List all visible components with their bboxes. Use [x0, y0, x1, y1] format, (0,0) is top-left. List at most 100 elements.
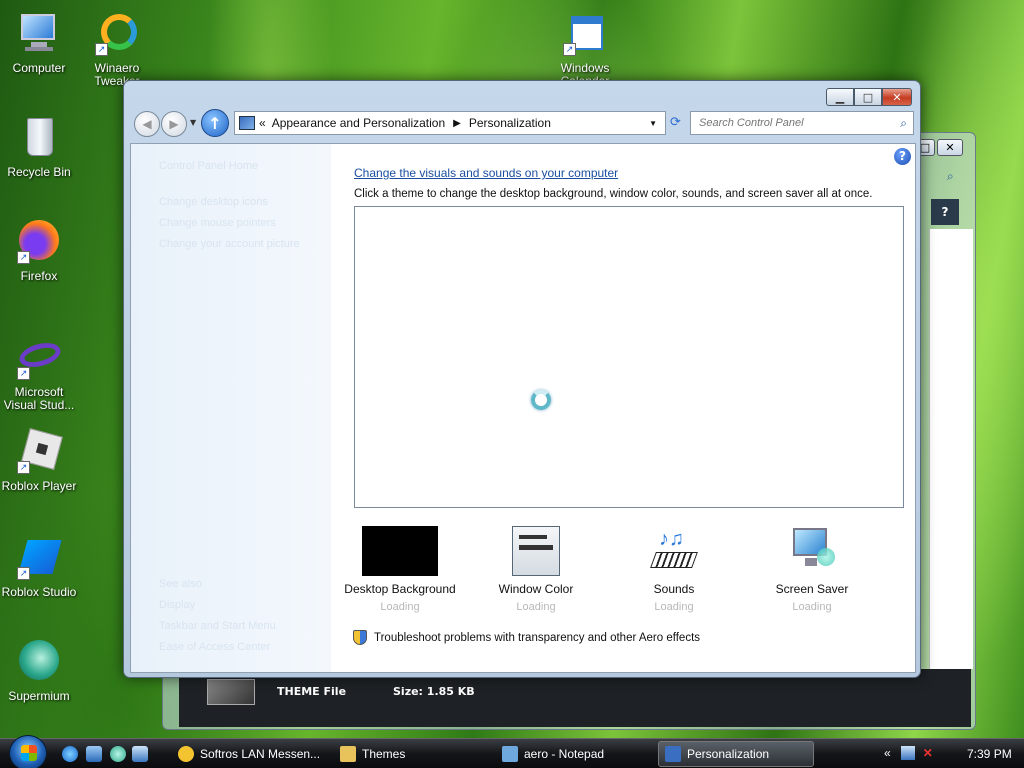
forward-button[interactable]: ▶ — [161, 111, 187, 137]
close-button[interactable]: ✕ — [882, 88, 912, 106]
switch-windows-icon[interactable] — [132, 746, 148, 762]
shortcut-arrow-icon: ↗ — [17, 567, 30, 580]
folder-icon — [340, 746, 356, 762]
forward-arrow-icon: ▶ — [169, 117, 179, 131]
control-panel-icon — [239, 116, 255, 130]
breadcrumb-item-appearance[interactable]: Appearance and Personalization — [272, 116, 445, 130]
back-arrow-icon: ◀ — [142, 117, 152, 131]
desktop-icon-winaero-tweaker[interactable]: ↗ Winaero Tweaker — [78, 12, 156, 88]
personalization-window[interactable]: ▁ □ ✕ ◀ ▶ ▼ ↑ « Appearance and Personali… — [123, 80, 921, 678]
taskbar-button-personalization[interactable]: Personalization — [658, 741, 814, 767]
taskbar-button-label: Themes — [362, 747, 406, 761]
screen-saver-tile[interactable]: Screen Saver Loading — [747, 526, 877, 613]
desktop-icon-visual-studio[interactable]: ↗ Microsoft Visual Stud... — [0, 336, 78, 412]
link-display[interactable]: Display — [159, 599, 195, 611]
tile-label: Screen Saver — [775, 582, 849, 596]
desktop-icon-supermium[interactable]: Supermium — [0, 640, 78, 703]
recycle-bin-icon — [17, 116, 61, 160]
breadcrumb-item-personalization[interactable]: Personalization — [469, 116, 551, 130]
bg-window-search-icon[interactable]: ⌕ — [947, 169, 954, 184]
clock[interactable]: 7:39 PM — [967, 747, 1012, 761]
desktop-icon-label: Firefox — [20, 269, 58, 283]
up-arrow-icon: ↑ — [208, 113, 222, 133]
maximize-icon: □ — [862, 90, 874, 104]
link-change-desktop-icons[interactable]: Change desktop icons — [159, 196, 268, 208]
desktop-icon-recycle-bin[interactable]: Recycle Bin — [0, 116, 78, 179]
notepad-icon — [502, 746, 518, 762]
tile-status: Loading — [792, 601, 832, 613]
windows-logo-icon — [21, 745, 37, 761]
back-button[interactable]: ◀ — [134, 111, 160, 137]
tile-status: Loading — [654, 601, 694, 613]
caption-buttons: ▁ □ ✕ — [826, 88, 912, 106]
internet-explorer-icon[interactable] — [62, 746, 78, 762]
desktop-icon-label: Roblox Studio — [1, 585, 77, 599]
volume-muted-icon[interactable]: ✕ — [923, 746, 937, 760]
shortcut-arrow-icon: ↗ — [17, 461, 30, 474]
desktop-icon-roblox-studio[interactable]: ↗ Roblox Studio — [0, 536, 78, 599]
desktop-icon-label: Microsoft Visual Stud... — [3, 385, 75, 412]
maximize-button[interactable]: □ — [854, 88, 882, 106]
help-icon[interactable]: ? — [894, 148, 911, 165]
start-button[interactable] — [9, 735, 47, 768]
search-box[interactable]: ⌕ — [690, 111, 914, 135]
tile-label: Sounds — [653, 582, 695, 596]
desktop-background-tile[interactable]: Desktop Background Loading — [335, 526, 465, 613]
network-icon[interactable] — [900, 746, 915, 760]
winaero-icon: ↗ — [95, 12, 139, 56]
address-bar[interactable]: « Appearance and Personalization ▶ Perso… — [234, 111, 666, 135]
desktop-icon-label: Recycle Bin — [7, 165, 71, 179]
desktop-icon-computer[interactable]: Computer — [0, 12, 78, 75]
desktop-icon-windows-calendar[interactable]: ↗ Windows Calendar — [546, 12, 624, 88]
theme-file-thumbnail — [207, 679, 255, 705]
show-desktop-icon[interactable] — [86, 746, 102, 762]
main-pane: ? Change the visuals and sounds on your … — [331, 144, 915, 672]
tile-label: Window Color — [498, 582, 574, 596]
minimize-button[interactable]: ▁ — [826, 88, 854, 106]
taskbar-button-themes[interactable]: Themes — [334, 741, 490, 767]
firefox-icon: ↗ — [17, 220, 61, 264]
search-icon[interactable]: ⌕ — [900, 116, 907, 131]
taskbar-button-label: Softros LAN Messen... — [200, 747, 321, 761]
link-change-mouse-pointers[interactable]: Change mouse pointers — [159, 217, 276, 229]
navigation-bar: ◀ ▶ ▼ ↑ « Appearance and Personalization… — [130, 109, 916, 141]
bg-window-help-icon[interactable]: ? — [931, 199, 959, 225]
desktop-icon-firefox[interactable]: ↗ Firefox — [0, 220, 78, 283]
file-size-label: Size: 1.85 KB — [393, 685, 475, 698]
desktop-icon-roblox-player[interactable]: ↗ Roblox Player — [0, 428, 78, 493]
recent-pages-chevron-icon[interactable]: ▼ — [190, 118, 196, 127]
window-color-tile[interactable]: Window Color Loading — [471, 526, 601, 613]
sounds-icon: ♪♫ — [649, 526, 699, 576]
desktop-background-icon — [362, 526, 438, 576]
search-input[interactable] — [699, 117, 879, 129]
window-color-icon — [512, 526, 560, 576]
link-control-panel-home[interactable]: Control Panel Home — [159, 160, 258, 172]
page-title[interactable]: Change the visuals and sounds on your co… — [354, 166, 618, 180]
system-tray: « ✕ — [884, 746, 937, 760]
tray-overflow-chevron[interactable]: « — [884, 746, 891, 760]
bg-window-close-button[interactable]: ✕ — [937, 139, 963, 156]
refresh-icon[interactable]: ⟳ — [670, 115, 681, 130]
taskbar-button-softros[interactable]: Softros LAN Messen... — [172, 741, 328, 767]
breadcrumb-overflow[interactable]: « — [259, 116, 266, 130]
shield-icon — [353, 630, 367, 645]
link-change-account-picture[interactable]: Change your account picture — [159, 238, 300, 250]
troubleshoot-link[interactable]: Troubleshoot problems with transparency … — [353, 630, 700, 645]
desktop-icon-label: Computer — [12, 61, 66, 75]
sounds-tile[interactable]: ♪♫ Sounds Loading — [609, 526, 739, 613]
task-pane: Control Panel Home Change desktop icons … — [131, 144, 331, 672]
link-taskbar-start-menu[interactable]: Taskbar and Start Menu — [159, 620, 276, 632]
link-ease-of-access[interactable]: Ease of Access Center — [159, 641, 270, 653]
tile-status: Loading — [380, 601, 420, 613]
breadcrumb-separator-icon[interactable]: ▶ — [453, 118, 461, 129]
up-button[interactable]: ↑ — [201, 109, 229, 137]
supermium-icon — [17, 640, 61, 684]
address-dropdown-icon[interactable]: ▼ — [649, 119, 657, 128]
screen-saver-icon — [789, 526, 835, 576]
taskbar-button-notepad[interactable]: aero - Notepad — [496, 741, 652, 767]
content-area: Control Panel Home Change desktop icons … — [130, 143, 916, 673]
minimize-icon: ▁ — [835, 90, 845, 104]
desktop-icon-label: Roblox Player — [1, 479, 77, 493]
messenger-icon[interactable] — [110, 746, 126, 762]
theme-list[interactable] — [354, 206, 904, 508]
